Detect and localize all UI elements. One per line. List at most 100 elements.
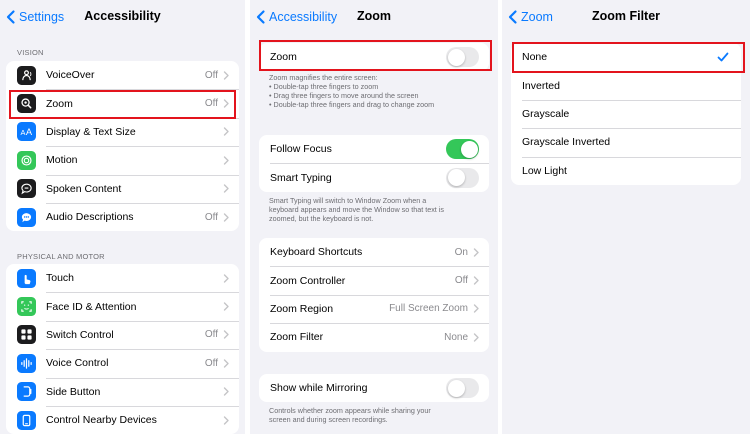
option-row-zoom-filter[interactable]: Zoom Filter None [259, 323, 489, 351]
row-label: Display & Text Size [46, 125, 136, 138]
filter-label: Low Light [522, 164, 567, 177]
physical-motor-settings-group: Touch Face ID & Attention Switch Control Of… [6, 264, 239, 434]
zoom-pane: Accessibility Zoom Zoom Zoom magnifies t… [250, 0, 498, 434]
zoom-description: Zoom magnifies the entire screen: • Doubl… [269, 73, 486, 109]
face-id-icon [17, 297, 36, 317]
chevron-left-icon [508, 10, 517, 24]
row-value: Off [204, 329, 218, 341]
settings-row-voice-control[interactable]: Voice Control Off [6, 349, 239, 377]
text-size-icon: AA [17, 122, 36, 142]
follow-focus-toggle[interactable] [446, 139, 479, 160]
footnote-line: • Double-tap three fingers to zoom [269, 82, 379, 91]
option-row-zoom-region[interactable]: Zoom Region Full Screen Zoom [259, 294, 489, 323]
accessibility-pane: Settings Accessibility VISION VoiceOver O… [0, 0, 245, 434]
zoom-filter-pane: Zoom Zoom Filter None Inverted Grayscale Gr… [502, 0, 750, 434]
footnote-line: Smart Typing will switch to Window Zoom … [269, 196, 427, 205]
zoom-toggle[interactable] [446, 47, 479, 68]
chevron-right-icon [222, 99, 230, 108]
mirroring-description: Controls whether zoom appears while shar… [269, 406, 486, 424]
option-label: Zoom Filter [270, 331, 324, 344]
row-label: Side Button [46, 385, 101, 398]
row-label: Motion [46, 154, 78, 167]
voiceover-icon [17, 65, 36, 85]
chevron-right-icon [472, 333, 480, 342]
toggle-knob [447, 379, 465, 397]
smart-typing-description: Smart Typing will switch to Window Zoom … [269, 196, 486, 223]
show-while-mirroring-label: Show while Mirroring [270, 382, 368, 395]
footnote-line: screen and during screen recordings. [269, 415, 388, 424]
checkmark-icon [717, 51, 729, 63]
chevron-left-icon [6, 10, 15, 24]
nearby-devices-icon [17, 410, 36, 430]
smart-typing-toggle[interactable] [446, 167, 479, 188]
show-while-mirroring-toggle[interactable] [446, 378, 479, 399]
filter-option-grayscale-inverted[interactable]: Grayscale Inverted [511, 128, 741, 156]
option-value: Full Screen Zoom [389, 303, 468, 315]
section-header-physical-motor: PHYSICAL AND MOTOR [17, 252, 105, 261]
svg-text:A: A [26, 128, 33, 138]
settings-row-side-button[interactable]: Side Button [6, 377, 239, 406]
settings-row-audio-descriptions[interactable]: Audio Descriptions Off [6, 202, 239, 231]
row-label: Control Nearby Devices [46, 414, 157, 427]
filter-label: Inverted [522, 79, 560, 92]
chevron-right-icon [222, 127, 230, 137]
filter-option-grayscale[interactable]: Grayscale [511, 99, 741, 128]
section-header-vision: VISION [17, 48, 44, 57]
chevron-right-icon [222, 359, 230, 368]
footnote-line: zoomed, but the keyboard is not. [269, 214, 374, 223]
chevron-right-icon [222, 70, 230, 80]
option-value: None [444, 331, 468, 343]
settings-row-zoom[interactable]: Zoom Off [6, 89, 239, 117]
settings-row-switch-control[interactable]: Switch Control Off [6, 320, 239, 349]
settings-row-voiceover[interactable]: VoiceOver Off [6, 61, 239, 89]
navigation-bar: Zoom Zoom Filter [502, 0, 750, 34]
settings-row-control-nearby-devices[interactable]: Control Nearby Devices [6, 405, 239, 434]
toggle-knob [447, 48, 465, 66]
row-label: Spoken Content [46, 182, 122, 195]
mirroring-group: Show while Mirroring [259, 374, 489, 403]
vision-settings-group: VoiceOver Off Zoom Off A A Display & Text Size… [6, 61, 239, 232]
row-value: Off [204, 357, 218, 369]
settings-row-display-text-size[interactable]: A A Display & Text Size [6, 117, 239, 146]
motion-icon [17, 150, 36, 170]
option-row-keyboard-shortcuts[interactable]: Keyboard Shortcuts On [259, 238, 489, 266]
row-label: Switch Control [46, 328, 114, 341]
footnote-line: keyboard appears and move the Window so … [269, 205, 444, 214]
filter-label: Grayscale [522, 107, 570, 120]
filter-option-inverted[interactable]: Inverted [511, 71, 741, 99]
row-label: VoiceOver [46, 69, 95, 82]
footnote-line: Zoom magnifies the entire screen: [269, 73, 378, 82]
footnote-line: • Drag three fingers to move around the … [269, 91, 419, 100]
settings-row-motion[interactable]: Motion [6, 146, 239, 174]
option-label: Zoom Controller [270, 274, 346, 287]
back-label: Settings [19, 10, 65, 24]
settings-row-face-id-attention[interactable]: Face ID & Attention [6, 292, 239, 320]
touch-icon [17, 268, 36, 288]
back-button-accessibility[interactable]: Accessibility [253, 9, 337, 25]
follow-focus-row[interactable]: Follow Focus [259, 135, 489, 163]
zoom-options-group: Keyboard Shortcuts On Zoom Controller Off Zo… [259, 238, 489, 352]
settings-row-spoken-content[interactable]: Spoken Content [6, 174, 239, 203]
toggle-knob [447, 169, 465, 187]
back-button-settings[interactable]: Settings [3, 9, 64, 25]
option-row-zoom-controller[interactable]: Zoom Controller Off [259, 266, 489, 294]
chevron-right-icon [222, 330, 230, 340]
settings-row-touch[interactable]: Touch [6, 264, 239, 292]
chevron-right-icon [222, 212, 230, 222]
chevron-left-icon [256, 10, 265, 24]
option-value: On [454, 246, 468, 258]
back-button-zoom[interactable]: Zoom [505, 9, 553, 25]
zoom-icon [17, 94, 36, 114]
filter-label: Grayscale Inverted [522, 136, 611, 149]
zoom-row[interactable]: Zoom [259, 43, 489, 71]
show-while-mirroring-row[interactable]: Show while Mirroring [259, 374, 489, 402]
toggle-knob [460, 140, 478, 158]
filter-option-low-light[interactable]: Low Light [511, 156, 741, 185]
focus-typing-group: Follow Focus Smart Typing [259, 135, 489, 192]
row-value: Off [204, 69, 218, 81]
filter-option-none[interactable]: None [511, 43, 741, 71]
smart-typing-row[interactable]: Smart Typing [259, 163, 489, 191]
footnote-line: • Double-tap three fingers and drag to c… [269, 100, 435, 109]
row-label: Face ID & Attention [46, 300, 137, 313]
navigation-bar: Accessibility Zoom [250, 0, 498, 34]
